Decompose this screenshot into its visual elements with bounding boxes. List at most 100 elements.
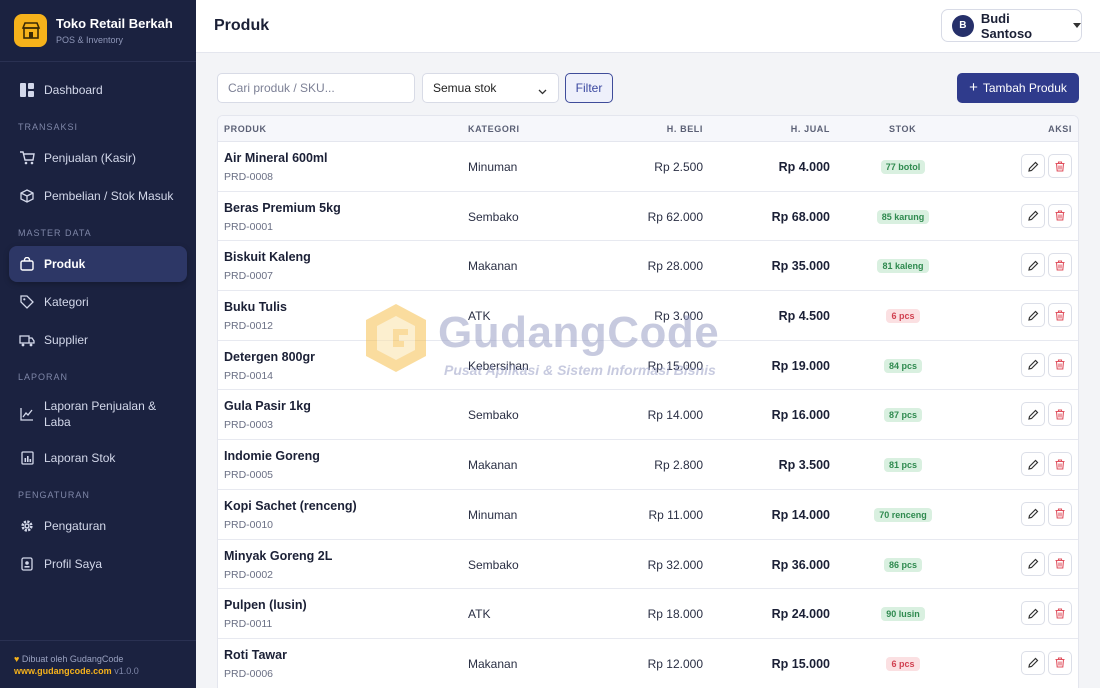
product-category: Makanan xyxy=(468,458,518,473)
sidebar-item-label: Laporan Penjualan & Laba xyxy=(44,399,157,429)
sidebar-item-pembelian[interactable]: Pembelian / Stok Masuk xyxy=(9,178,187,214)
delete-button[interactable] xyxy=(1048,551,1072,576)
edit-button[interactable] xyxy=(1021,601,1045,626)
trash-icon xyxy=(1055,508,1065,519)
sidebar-item-label: Kategori xyxy=(44,295,89,309)
product-name: Detergen 800gr xyxy=(224,349,316,364)
edit-button[interactable] xyxy=(1021,402,1045,427)
edit-button[interactable] xyxy=(1021,650,1045,675)
pencil-icon xyxy=(1027,310,1038,321)
stock-badge: 86 pcs xyxy=(883,557,923,572)
sell-price: Rp 35.000 xyxy=(771,259,830,274)
sidebar: Toko Retail Berkah POS & Inventory Dashb… xyxy=(0,0,196,688)
edit-button[interactable] xyxy=(1021,551,1045,576)
sidebar-item-penjualan[interactable]: Penjualan (Kasir) xyxy=(9,140,187,176)
delete-button[interactable] xyxy=(1048,501,1072,526)
trash-icon xyxy=(1055,459,1065,470)
sidebar-item-kategori[interactable]: Kategori xyxy=(9,284,187,320)
buy-price: Rp 11.000 xyxy=(648,507,704,522)
delete-button[interactable] xyxy=(1048,303,1072,328)
product-category: Minuman xyxy=(468,507,518,522)
table-row: Beras Premium 5kg PRD-0001 Sembako Rp 62.00… xyxy=(218,192,1078,242)
add-product-button[interactable]: + Tambah Produk xyxy=(957,73,1079,103)
buy-price: Rp 2.800 xyxy=(654,458,703,473)
delete-button[interactable] xyxy=(1048,650,1072,675)
delete-button[interactable] xyxy=(1048,452,1072,477)
product-name: Buku Tulis xyxy=(224,300,287,315)
trash-icon xyxy=(1055,260,1065,271)
buy-price: Rp 62.000 xyxy=(647,209,703,224)
stock-filter-select[interactable]: Semua stok xyxy=(422,73,559,103)
delete-button[interactable] xyxy=(1048,402,1072,427)
stock-cell: 6 pcs xyxy=(838,656,968,671)
product-name: Air Mineral 600ml xyxy=(224,151,328,165)
sidebar-item-label: Produk xyxy=(44,257,86,271)
edit-button[interactable] xyxy=(1021,303,1045,328)
search-input[interactable] xyxy=(217,73,415,103)
pencil-icon xyxy=(1027,558,1038,569)
sidebar-item-profil[interactable]: Profil Saya xyxy=(9,546,187,582)
user-menu-button[interactable]: B Budi Santoso xyxy=(941,9,1082,42)
box-icon xyxy=(19,188,35,204)
table-row: Pulpen (lusin) PRD-0011 ATK Rp 18.000 Rp 24.… xyxy=(218,589,1078,639)
table-row: Roti Tawar PRD-0006 Makanan Rp 12.000 Rp 15.… xyxy=(218,639,1078,688)
sidebar-item-produk[interactable]: Produk xyxy=(9,246,187,282)
sidebar-item-label: Dashboard xyxy=(44,83,103,97)
section-transaksi: TRANSAKSI xyxy=(18,122,79,132)
edit-button[interactable] xyxy=(1021,203,1045,228)
product-category: Sembako xyxy=(468,408,519,423)
sidebar-item-laporan-stok[interactable]: Laporan Stok xyxy=(9,440,187,476)
buy-price: Rp 32.000 xyxy=(647,557,703,572)
column-header: H. JUAL xyxy=(790,124,830,134)
delete-button[interactable] xyxy=(1048,203,1072,228)
edit-button[interactable] xyxy=(1021,154,1045,178)
user-name: Budi Santoso xyxy=(980,10,1033,41)
sidebar-item-supplier[interactable]: Supplier xyxy=(9,322,187,358)
product-category: ATK xyxy=(468,607,491,622)
sidebar-item-pengaturan[interactable]: Pengaturan xyxy=(9,508,187,544)
product-sku: PRD-0001 xyxy=(224,220,274,233)
edit-button[interactable] xyxy=(1021,352,1045,377)
topbar: Produk B Budi Santoso xyxy=(196,0,1100,53)
chart-line-icon xyxy=(19,406,35,422)
delete-button[interactable] xyxy=(1048,154,1072,178)
sidebar-item-laporan-penjualan[interactable]: Laporan Penjualan & Laba xyxy=(9,390,187,438)
trash-icon xyxy=(1055,657,1065,668)
sell-price: Rp 4.500 xyxy=(778,309,830,324)
sidebar-item-label: Pembelian / Stok Masuk xyxy=(44,189,174,203)
sell-price: Rp 36.000 xyxy=(771,557,830,572)
edit-button[interactable] xyxy=(1021,501,1045,526)
stock-cell: 90 lusin xyxy=(838,607,968,622)
dashboard-icon xyxy=(19,82,35,98)
trash-icon xyxy=(1055,409,1065,420)
stock-cell: 81 pcs xyxy=(838,458,968,473)
edit-button[interactable] xyxy=(1021,253,1045,278)
caret-down-icon xyxy=(1073,23,1081,28)
stock-badge: 84 pcs xyxy=(883,358,923,373)
pencil-icon xyxy=(1027,658,1038,669)
section-laporan: LAPORAN xyxy=(18,372,69,382)
buy-price: Rp 3.000 xyxy=(654,309,703,324)
stock-badge: 77 botol xyxy=(880,160,926,174)
delete-button[interactable] xyxy=(1048,352,1072,377)
sidebar-item-dashboard[interactable]: Dashboard xyxy=(9,72,187,108)
buy-price: Rp 14.000 xyxy=(647,408,703,423)
product-category: Makanan xyxy=(468,259,518,274)
product-category: Makanan xyxy=(468,656,518,671)
filter-button[interactable]: Filter xyxy=(565,73,613,103)
pencil-icon xyxy=(1027,409,1038,420)
pencil-icon xyxy=(1027,161,1038,172)
sell-price: Rp 24.000 xyxy=(771,607,830,622)
product-category: Minuman xyxy=(468,160,518,174)
product-sku: PRD-0002 xyxy=(224,568,274,581)
buy-price: Rp 2.500 xyxy=(654,160,703,174)
edit-button[interactable] xyxy=(1021,452,1045,477)
delete-button[interactable] xyxy=(1048,601,1072,626)
product-name: Pulpen (lusin) xyxy=(224,598,307,613)
table-row: Minyak Goreng 2L PRD-0002 Sembako Rp 32.000… xyxy=(218,540,1078,590)
brand-title: Toko Retail Berkah xyxy=(56,16,173,31)
table-row: Kopi Sachet (renceng) PRD-0010 Minuman Rp 1… xyxy=(218,490,1078,540)
product-sku: PRD-0014 xyxy=(224,369,274,382)
footer-link[interactable]: www.gudangcode.com xyxy=(14,666,112,676)
delete-button[interactable] xyxy=(1048,253,1072,278)
